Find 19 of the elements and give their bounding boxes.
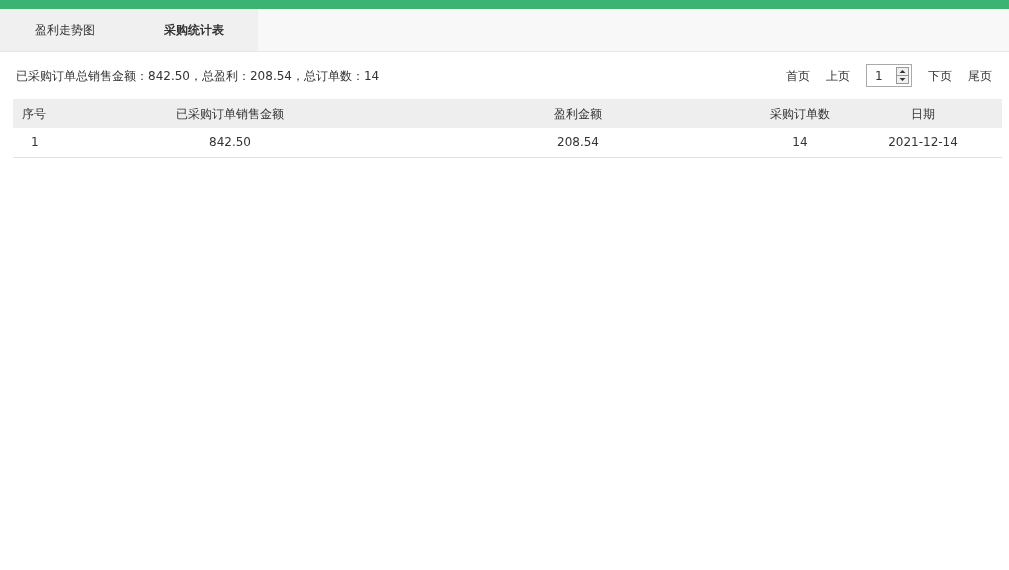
summary-text: 已采购订单总销售金额：842.50，总盈利：208.54，总订单数：14 (16, 67, 380, 85)
last-page-link[interactable]: 尾页 (968, 66, 992, 85)
tab[interactable]: 采购统计表 (129, 9, 258, 51)
table-cell: 14 (756, 128, 844, 157)
next-page-link[interactable]: 下页 (928, 66, 952, 85)
first-page-link[interactable]: 首页 (786, 66, 810, 85)
tab[interactable]: 盈利走势图 (0, 9, 129, 51)
table-cell: 842.50 (60, 128, 400, 157)
column-header: 日期 (844, 99, 1002, 128)
table-cell: 2021-12-14 (844, 128, 1002, 157)
previous-page-link[interactable]: 上页 (826, 66, 850, 85)
column-header: 序号 (13, 99, 60, 128)
page-number-field[interactable]: 1 (866, 64, 912, 87)
column-header: 采购订单数 (756, 99, 844, 128)
table-cell: 1 (13, 128, 60, 157)
column-header: 已采购订单销售金额 (60, 99, 400, 128)
spinner-icon[interactable] (896, 67, 909, 84)
column-header: 盈利金额 (400, 99, 756, 128)
table-cell: 208.54 (400, 128, 756, 157)
